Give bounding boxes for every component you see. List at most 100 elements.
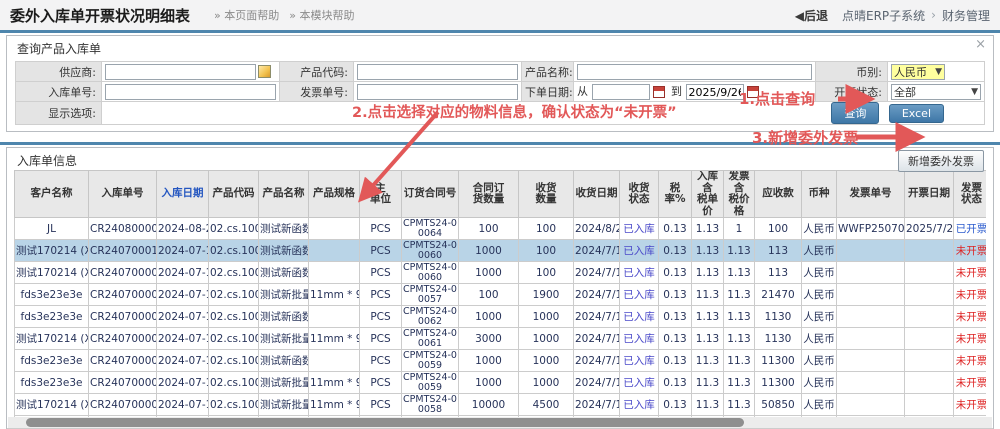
column-header[interactable]: 客户名称: [15, 171, 89, 218]
column-header[interactable]: 产品代码: [209, 171, 259, 218]
table-cell: [905, 350, 954, 372]
column-header[interactable]: 入库日期: [157, 171, 209, 218]
product-name-input[interactable]: [577, 64, 812, 80]
horizontal-scrollbar[interactable]: [8, 417, 992, 428]
search-button[interactable]: 查询: [831, 102, 879, 124]
column-header[interactable]: 开票日期: [905, 171, 954, 218]
table-cell: 100: [519, 240, 574, 262]
table-cell: CPMTS24-00060: [402, 240, 459, 262]
table-cell: 100: [755, 218, 802, 240]
product-code-input[interactable]: [357, 64, 518, 80]
table-cell: 1.13: [724, 240, 755, 262]
order-date-label: 下单日期:: [522, 82, 574, 102]
table-cell: 已入库: [620, 218, 659, 240]
back-link[interactable]: ◀后退: [795, 7, 828, 24]
currency-select[interactable]: 人民币 ▼: [891, 64, 945, 80]
table-cell: 人民币: [802, 284, 837, 306]
table-cell: 已入库: [620, 306, 659, 328]
table-cell: 100: [519, 262, 574, 284]
query-panel-title: 查询产品入库单: [7, 36, 993, 59]
results-panel-title: 入库单信息: [7, 148, 993, 171]
table-row[interactable]: 测试170214 (XX)CR2407000102024-07-1902.cs.…: [15, 240, 987, 262]
table-wrapper: 客户名称入库单号入库日期产品代码产品名称产品规格主单位订货合同号合同订货数量收货…: [14, 170, 986, 417]
column-header[interactable]: 入库含税单价: [692, 171, 724, 218]
table-row[interactable]: 测试170214 (XX)CR2407000052024-07-1902.cs.…: [15, 394, 987, 416]
column-header[interactable]: 发票含税价格: [724, 171, 755, 218]
table-cell: 02.cs.100246: [209, 394, 259, 416]
table-row[interactable]: fds3e23e3eCR2407000062024-07-1902.cs.100…: [15, 372, 987, 394]
breadcrumb-separator: ›: [931, 8, 936, 22]
column-header[interactable]: 产品规格: [309, 171, 360, 218]
column-header[interactable]: 收货状态: [620, 171, 659, 218]
column-header[interactable]: 主单位: [360, 171, 402, 218]
table-cell: 2024/8/26: [574, 218, 620, 240]
column-header[interactable]: 合同订货数量: [459, 171, 519, 218]
table-cell: 1000: [519, 306, 574, 328]
table-row[interactable]: 测试170214 (XX)CR2407000092024-07-1902.cs.…: [15, 262, 987, 284]
table-cell: 11.3: [692, 284, 724, 306]
table-cell: CPMTS24-00059: [402, 372, 459, 394]
table-row[interactable]: 测试170214 (XX)CR2407000072024-07-1902.cs.…: [15, 328, 987, 350]
table-cell: CR240700006: [89, 350, 157, 372]
table-row[interactable]: fds3e23e3eCR2407000072024-07-1902.cs.100…: [15, 306, 987, 328]
table-cell: CPMTS24-00060: [402, 262, 459, 284]
table-cell: 11300: [755, 372, 802, 394]
table-row[interactable]: fds3e23e3eCR2407000082024-07-1902.cs.100…: [15, 284, 987, 306]
breadcrumb-module[interactable]: 财务管理: [942, 7, 990, 24]
calendar-icon[interactable]: [653, 86, 665, 98]
column-header[interactable]: 收货数量: [519, 171, 574, 218]
annotation-step1: 1.点击查询: [739, 88, 815, 109]
table-cell: 人民币: [802, 350, 837, 372]
table-cell: PCS: [360, 372, 402, 394]
column-header[interactable]: 币种: [802, 171, 837, 218]
table-cell: 已入库: [620, 284, 659, 306]
table-cell: 1000: [519, 328, 574, 350]
date-to-input[interactable]: [686, 84, 744, 100]
column-header[interactable]: 收货日期: [574, 171, 620, 218]
table-cell: 0.13: [659, 284, 692, 306]
table-cell: CPMTS24-00064: [402, 218, 459, 240]
table-cell: 1130: [755, 328, 802, 350]
excel-export-button[interactable]: Excel: [889, 104, 944, 123]
module-help-link[interactable]: » 本模块帮助: [289, 7, 354, 23]
column-header[interactable]: 订货合同号: [402, 171, 459, 218]
table-cell: 50850: [755, 394, 802, 416]
invoice-status-select[interactable]: 全部 ▼: [891, 84, 981, 100]
table-cell: 2024/7/19 10: [574, 262, 620, 284]
add-outsourcing-invoice-button[interactable]: 新增委外发票: [898, 150, 984, 172]
table-cell: 11mm * 95m: [309, 284, 360, 306]
invoice-no-input[interactable]: [357, 84, 518, 100]
column-header[interactable]: 入库单号: [89, 171, 157, 218]
table-cell: [837, 240, 905, 262]
date-from-input[interactable]: [592, 84, 650, 100]
breadcrumb-system[interactable]: 点晴ERP子系统: [842, 7, 925, 24]
table-cell: 1000: [459, 306, 519, 328]
column-header[interactable]: 发票状态: [954, 171, 987, 218]
divider-top: [0, 30, 1000, 33]
table-cell: 0.13: [659, 328, 692, 350]
table-cell: 2024/7/19 10: [574, 394, 620, 416]
table-cell: 2024/7/19 10: [574, 372, 620, 394]
table-cell: CR240700010: [89, 240, 157, 262]
scrollbar-thumb[interactable]: [26, 418, 744, 427]
table-row[interactable]: fds3e23e3eCR2407000062024-07-1902.cs.100…: [15, 350, 987, 372]
table-cell: 1000: [459, 262, 519, 284]
table-cell: 人民币: [802, 218, 837, 240]
table-cell: 人民币: [802, 306, 837, 328]
supplier-input[interactable]: [105, 64, 256, 80]
column-header[interactable]: 发票单号: [837, 171, 905, 218]
column-header[interactable]: 产品名称: [259, 171, 309, 218]
table-cell: CR240700006: [89, 372, 157, 394]
table-cell: 2024-07-19: [157, 372, 209, 394]
column-header[interactable]: 应收款: [755, 171, 802, 218]
table-cell: 1.13: [692, 218, 724, 240]
receipt-no-input[interactable]: [105, 84, 276, 100]
supplier-picker-icon[interactable]: [258, 65, 271, 78]
column-header[interactable]: 税率%: [659, 171, 692, 218]
page-help-link[interactable]: » 本页面帮助: [214, 7, 279, 23]
table-cell: 0.13: [659, 240, 692, 262]
collapse-icon[interactable]: ×: [975, 38, 986, 51]
table-cell: 人民币: [802, 328, 837, 350]
invoice-status-value: 全部: [894, 84, 916, 100]
table-row[interactable]: JLCR2408000012024-08-2602.cs.100241测试新函数…: [15, 218, 987, 240]
